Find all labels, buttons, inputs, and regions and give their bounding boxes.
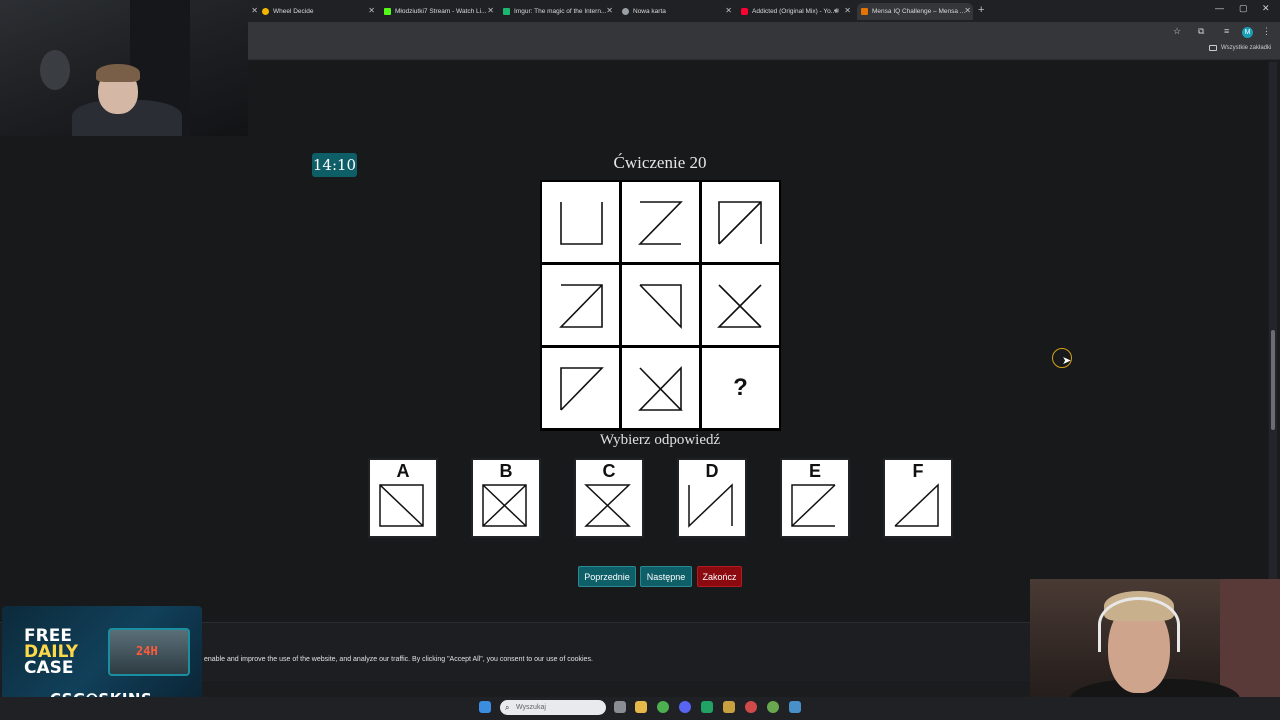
timer: 14:10 bbox=[312, 153, 357, 177]
close-icon[interactable]: ✕ bbox=[250, 3, 258, 20]
app-icon[interactable] bbox=[723, 701, 735, 713]
windows-start-icon[interactable] bbox=[479, 701, 491, 713]
close-icon[interactable]: ✕ bbox=[725, 6, 732, 15]
kick-favicon-icon bbox=[384, 8, 391, 15]
search-icon: ⌕ bbox=[505, 703, 510, 712]
previous-button[interactable]: Poprzednie bbox=[578, 566, 636, 587]
question-mark: ? bbox=[733, 374, 748, 401]
speaker-icon[interactable]: 🔊︎ bbox=[834, 6, 839, 16]
star-icon[interactable]: ☆ bbox=[1173, 26, 1181, 37]
tab-imgur[interactable]: Imgur: The magic of the Intern... ✕ bbox=[503, 3, 615, 20]
extensions-icon[interactable]: ⧉ bbox=[1198, 26, 1204, 37]
imgur-favicon-icon bbox=[503, 8, 510, 15]
tab-mensa[interactable]: Mensa IQ Challenge – Mensa ... ✕ bbox=[857, 3, 973, 20]
app-icon[interactable] bbox=[745, 701, 757, 713]
taskbar-search-input[interactable]: ⌕ Wyszukaj bbox=[500, 700, 606, 715]
task-view-icon[interactable] bbox=[614, 701, 626, 713]
folder-icon bbox=[1209, 45, 1217, 51]
close-icon[interactable]: ✕ bbox=[368, 6, 375, 15]
puzzle-cell-question: ? bbox=[702, 348, 779, 428]
maximize-icon[interactable]: ▢ bbox=[1239, 3, 1248, 14]
option-letter: C bbox=[602, 461, 616, 481]
tab-title: Nowa karta bbox=[633, 8, 666, 15]
file-explorer-icon[interactable] bbox=[635, 701, 647, 713]
search-placeholder: Wyszukaj bbox=[516, 704, 546, 711]
tab-title: Mensa IQ Challenge – Mensa ... bbox=[872, 8, 966, 15]
next-button[interactable]: Następne bbox=[640, 566, 692, 587]
tab-title: Imgur: The magic of the Intern... bbox=[514, 8, 607, 15]
close-icon[interactable]: ✕ bbox=[964, 6, 971, 15]
puzzle-cell bbox=[542, 265, 619, 345]
close-icon[interactable]: ✕ bbox=[844, 6, 851, 15]
cookie-banner-text: enable and improve the use of the websit… bbox=[204, 656, 593, 663]
tab-youtube[interactable]: Addicted (Original Mix) - Yo... 🔊︎ ✕ bbox=[741, 3, 853, 20]
choose-answer-label: Wybierz odpowiedź bbox=[599, 432, 721, 448]
new-tab-plus-icon[interactable]: + bbox=[978, 4, 984, 16]
webcam-overlay-top-left bbox=[0, 0, 248, 136]
option-letter: F bbox=[912, 461, 924, 481]
minimize-icon[interactable]: — bbox=[1215, 3, 1224, 13]
case-chest-icon: 24H bbox=[108, 628, 190, 676]
puzzle-grid: ? bbox=[540, 180, 781, 431]
close-icon[interactable]: ✕ bbox=[487, 6, 494, 15]
all-bookmarks-button[interactable]: Wszystkie zakładki bbox=[1209, 45, 1271, 51]
promo-line-case: CASE bbox=[24, 658, 74, 678]
answer-option-d[interactable]: D bbox=[679, 460, 745, 536]
profile-avatar[interactable]: M bbox=[1242, 27, 1253, 38]
option-letter: E bbox=[808, 461, 821, 481]
globe-icon bbox=[622, 8, 629, 15]
puzzle-cell bbox=[622, 182, 699, 262]
tab-title: Młodziutki7 Stream - Watch Li... bbox=[395, 8, 487, 15]
discord-icon[interactable] bbox=[679, 701, 691, 713]
puzzle-cell bbox=[702, 182, 779, 262]
puzzle-cell bbox=[542, 182, 619, 262]
tab-stream[interactable]: Młodziutki7 Stream - Watch Li... ✕ bbox=[384, 3, 496, 20]
youtube-favicon-icon bbox=[741, 8, 748, 15]
steam-icon[interactable] bbox=[789, 701, 801, 713]
option-letter: B bbox=[499, 461, 513, 481]
wheel-favicon-icon bbox=[262, 8, 269, 15]
chrome-icon[interactable] bbox=[657, 701, 669, 713]
window-close-icon[interactable]: ✕ bbox=[1262, 3, 1270, 14]
answer-option-c[interactable]: C bbox=[576, 460, 642, 536]
puzzle-cell bbox=[622, 265, 699, 345]
mouse-pointer-icon: ➤ bbox=[1062, 355, 1072, 367]
menu-dots-icon[interactable]: ⋮ bbox=[1262, 26, 1271, 37]
answer-option-b[interactable]: B bbox=[473, 460, 539, 536]
exercise-title: Ćwiczenie 20 bbox=[613, 153, 707, 172]
tab-title: Addicted (Original Mix) - Yo... bbox=[752, 8, 837, 15]
answer-option-e[interactable]: E bbox=[782, 460, 848, 536]
excel-icon[interactable] bbox=[701, 701, 713, 713]
option-letter: A bbox=[396, 461, 410, 481]
puzzle-cell bbox=[542, 348, 619, 428]
close-icon[interactable]: ✕ bbox=[606, 6, 613, 15]
app-icon[interactable] bbox=[767, 701, 779, 713]
mensa-favicon-icon bbox=[861, 8, 868, 15]
answer-option-a[interactable]: A bbox=[370, 460, 436, 536]
promo-badge: 24H bbox=[136, 644, 158, 658]
tab-wheel-decide[interactable]: Wheel Decide ✕ bbox=[262, 3, 377, 20]
finish-button[interactable]: Zakończ bbox=[697, 566, 742, 587]
all-bookmarks-label: Wszystkie zakładki bbox=[1221, 45, 1272, 51]
answer-option-f[interactable]: F bbox=[885, 460, 951, 536]
puzzle-cell bbox=[622, 348, 699, 428]
scrollbar-thumb[interactable] bbox=[1271, 330, 1275, 430]
puzzle-cell bbox=[702, 265, 779, 345]
tab-new-tab[interactable]: Nowa karta ✕ bbox=[622, 3, 734, 20]
tab-title: Wheel Decide bbox=[273, 8, 314, 15]
option-letter: D bbox=[705, 461, 719, 481]
media-icon[interactable]: ≡ bbox=[1224, 26, 1229, 36]
